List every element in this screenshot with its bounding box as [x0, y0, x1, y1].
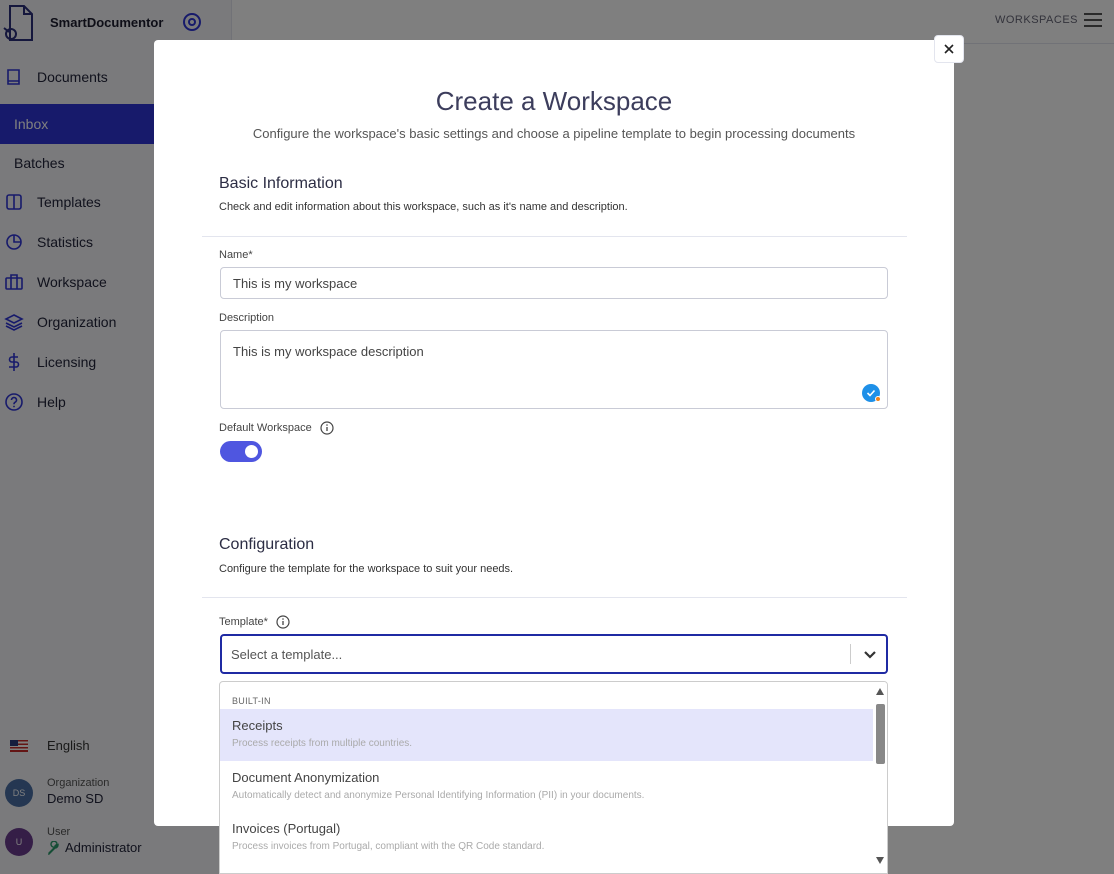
basic-info-title: Basic Information	[219, 175, 343, 192]
option-title: Receipts	[232, 718, 283, 733]
template-dropdown-menu: BUILT-IN Receipts Process receipts from …	[219, 681, 888, 874]
info-icon[interactable]	[276, 615, 290, 629]
template-option-receipts[interactable]: Receipts Process receipts from multiple …	[220, 709, 873, 761]
description-textarea[interactable]: This is my workspace description	[220, 330, 888, 409]
template-select[interactable]: Select a template...	[220, 634, 888, 674]
description-label: Description	[219, 312, 274, 324]
dropdown-group-label: BUILT-IN	[232, 696, 271, 706]
grammar-status-dot	[875, 396, 881, 402]
default-workspace-label: Default Workspace	[219, 421, 334, 435]
default-workspace-toggle[interactable]	[220, 441, 262, 462]
name-label: Name*	[219, 249, 253, 261]
info-icon[interactable]	[320, 421, 334, 435]
configuration-title: Configuration	[219, 536, 315, 553]
modal-subtitle: Configure the workspace's basic settings…	[252, 126, 856, 141]
select-separator	[850, 644, 851, 664]
modal-title: Create a Workspace	[435, 86, 673, 116]
description-label-text: Description	[219, 312, 275, 324]
option-description: Process invoices from Portugal, complian…	[232, 841, 545, 852]
divider	[202, 236, 907, 237]
option-description: Process receipts from multiple countries…	[232, 738, 413, 749]
close-button[interactable]	[934, 35, 964, 63]
template-label: Template*	[219, 615, 290, 629]
option-title: Document Anonymization	[232, 770, 380, 785]
template-option-invoices-portugal[interactable]: Invoices (Portugal) Process invoices fro…	[220, 812, 873, 864]
scrollbar-thumb[interactable]	[876, 704, 885, 764]
template-select-placeholder: Select a template...	[231, 647, 343, 662]
dropdown-scrollbar[interactable]	[873, 682, 887, 873]
name-input[interactable]: This is my workspace	[220, 267, 888, 299]
name-label-text: Name*	[219, 249, 253, 261]
scroll-down-arrow-icon[interactable]	[876, 857, 884, 864]
configuration-description: Configure the template for the workspace…	[219, 563, 514, 575]
option-description: Automatically detect and anonymize Perso…	[232, 790, 645, 801]
basic-info-description: Check and edit information about this wo…	[219, 201, 628, 213]
divider	[202, 597, 907, 598]
toggle-knob	[245, 445, 258, 458]
default-workspace-label-text: Default Workspace	[219, 422, 312, 434]
close-icon	[944, 44, 954, 54]
template-label-text: Template*	[219, 616, 268, 628]
chevron-down-icon[interactable]	[862, 646, 878, 662]
scroll-up-arrow-icon[interactable]	[876, 688, 884, 695]
template-option-document-anonymization[interactable]: Document Anonymization Automatically det…	[220, 761, 873, 813]
option-title: Invoices (Portugal)	[232, 821, 341, 836]
